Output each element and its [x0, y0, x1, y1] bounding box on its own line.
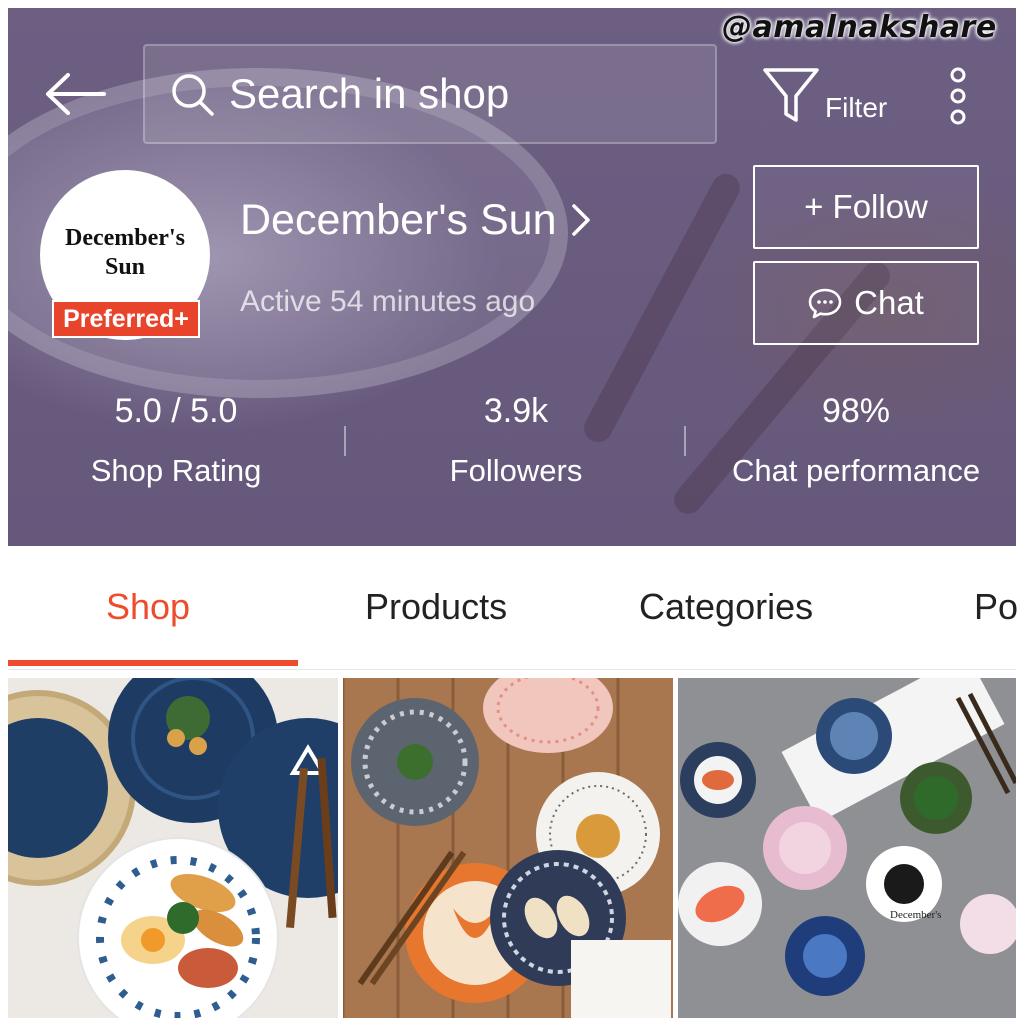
search-input[interactable] — [229, 70, 689, 118]
shop-name: December's Sun — [240, 195, 557, 244]
watermark-text: @amalnakshare — [722, 10, 997, 45]
stat-label: Chat performance — [731, 453, 981, 488]
chat-button[interactable]: Chat — [753, 261, 979, 345]
filter-label: Filter — [825, 92, 888, 123]
stat-value: 98% — [821, 392, 891, 430]
blue-plates-illustration — [8, 678, 338, 1018]
tab-posts[interactable]: Po — [974, 586, 1018, 628]
product-gallery: December's — [8, 678, 1016, 1018]
stat-shop-rating[interactable]: 5.0 / 5.0 Shop Rating — [40, 392, 312, 489]
stat-divider — [344, 426, 346, 456]
funnel-icon — [763, 68, 819, 122]
tab-products[interactable]: Products — [365, 586, 507, 628]
search-icon — [172, 74, 214, 116]
flower-dishes-illustration: December's — [678, 678, 1016, 1018]
product-image-1[interactable] — [8, 678, 338, 1018]
active-status: Active 54 minutes ago — [240, 285, 536, 318]
chat-label: Chat — [854, 284, 924, 321]
logo-line-2: Sun — [104, 254, 146, 280]
follow-label: + Follow — [804, 188, 928, 225]
back-button[interactable] — [40, 64, 110, 124]
shop-name-link[interactable]: December's Sun — [240, 192, 591, 248]
search-box[interactable] — [143, 44, 717, 144]
product-image-2[interactable] — [343, 678, 673, 1018]
stat-value: 3.9k — [483, 392, 549, 430]
chat-bubble-icon — [808, 288, 842, 319]
product-watermark: December's — [890, 909, 941, 921]
filter-button[interactable]: Filter — [762, 64, 892, 128]
more-options-button[interactable] — [940, 66, 976, 126]
more-vertical-icon — [950, 67, 966, 125]
arrow-left-icon — [46, 73, 106, 115]
stat-followers[interactable]: 3.9k Followers — [380, 392, 652, 489]
stat-divider — [684, 426, 686, 456]
tab-shop[interactable]: Shop — [106, 586, 190, 628]
chevron-right-icon — [571, 204, 590, 236]
shop-tabs: Shop Products Categories Po — [8, 546, 1018, 670]
follow-button[interactable]: + Follow — [753, 165, 979, 249]
preferred-badge: Preferred+ — [52, 300, 200, 338]
japanese-plates-illustration — [343, 678, 673, 1018]
stat-label: Shop Rating — [90, 453, 262, 488]
stat-label: Followers — [449, 453, 583, 488]
stat-chat-performance[interactable]: 98% Chat performance — [710, 392, 1002, 489]
tab-categories[interactable]: Categories — [639, 586, 813, 628]
active-tab-indicator — [8, 660, 298, 666]
stat-value: 5.0 / 5.0 — [114, 392, 238, 430]
product-image-3[interactable]: December's — [678, 678, 1016, 1018]
logo-line-1: December's — [65, 225, 185, 251]
